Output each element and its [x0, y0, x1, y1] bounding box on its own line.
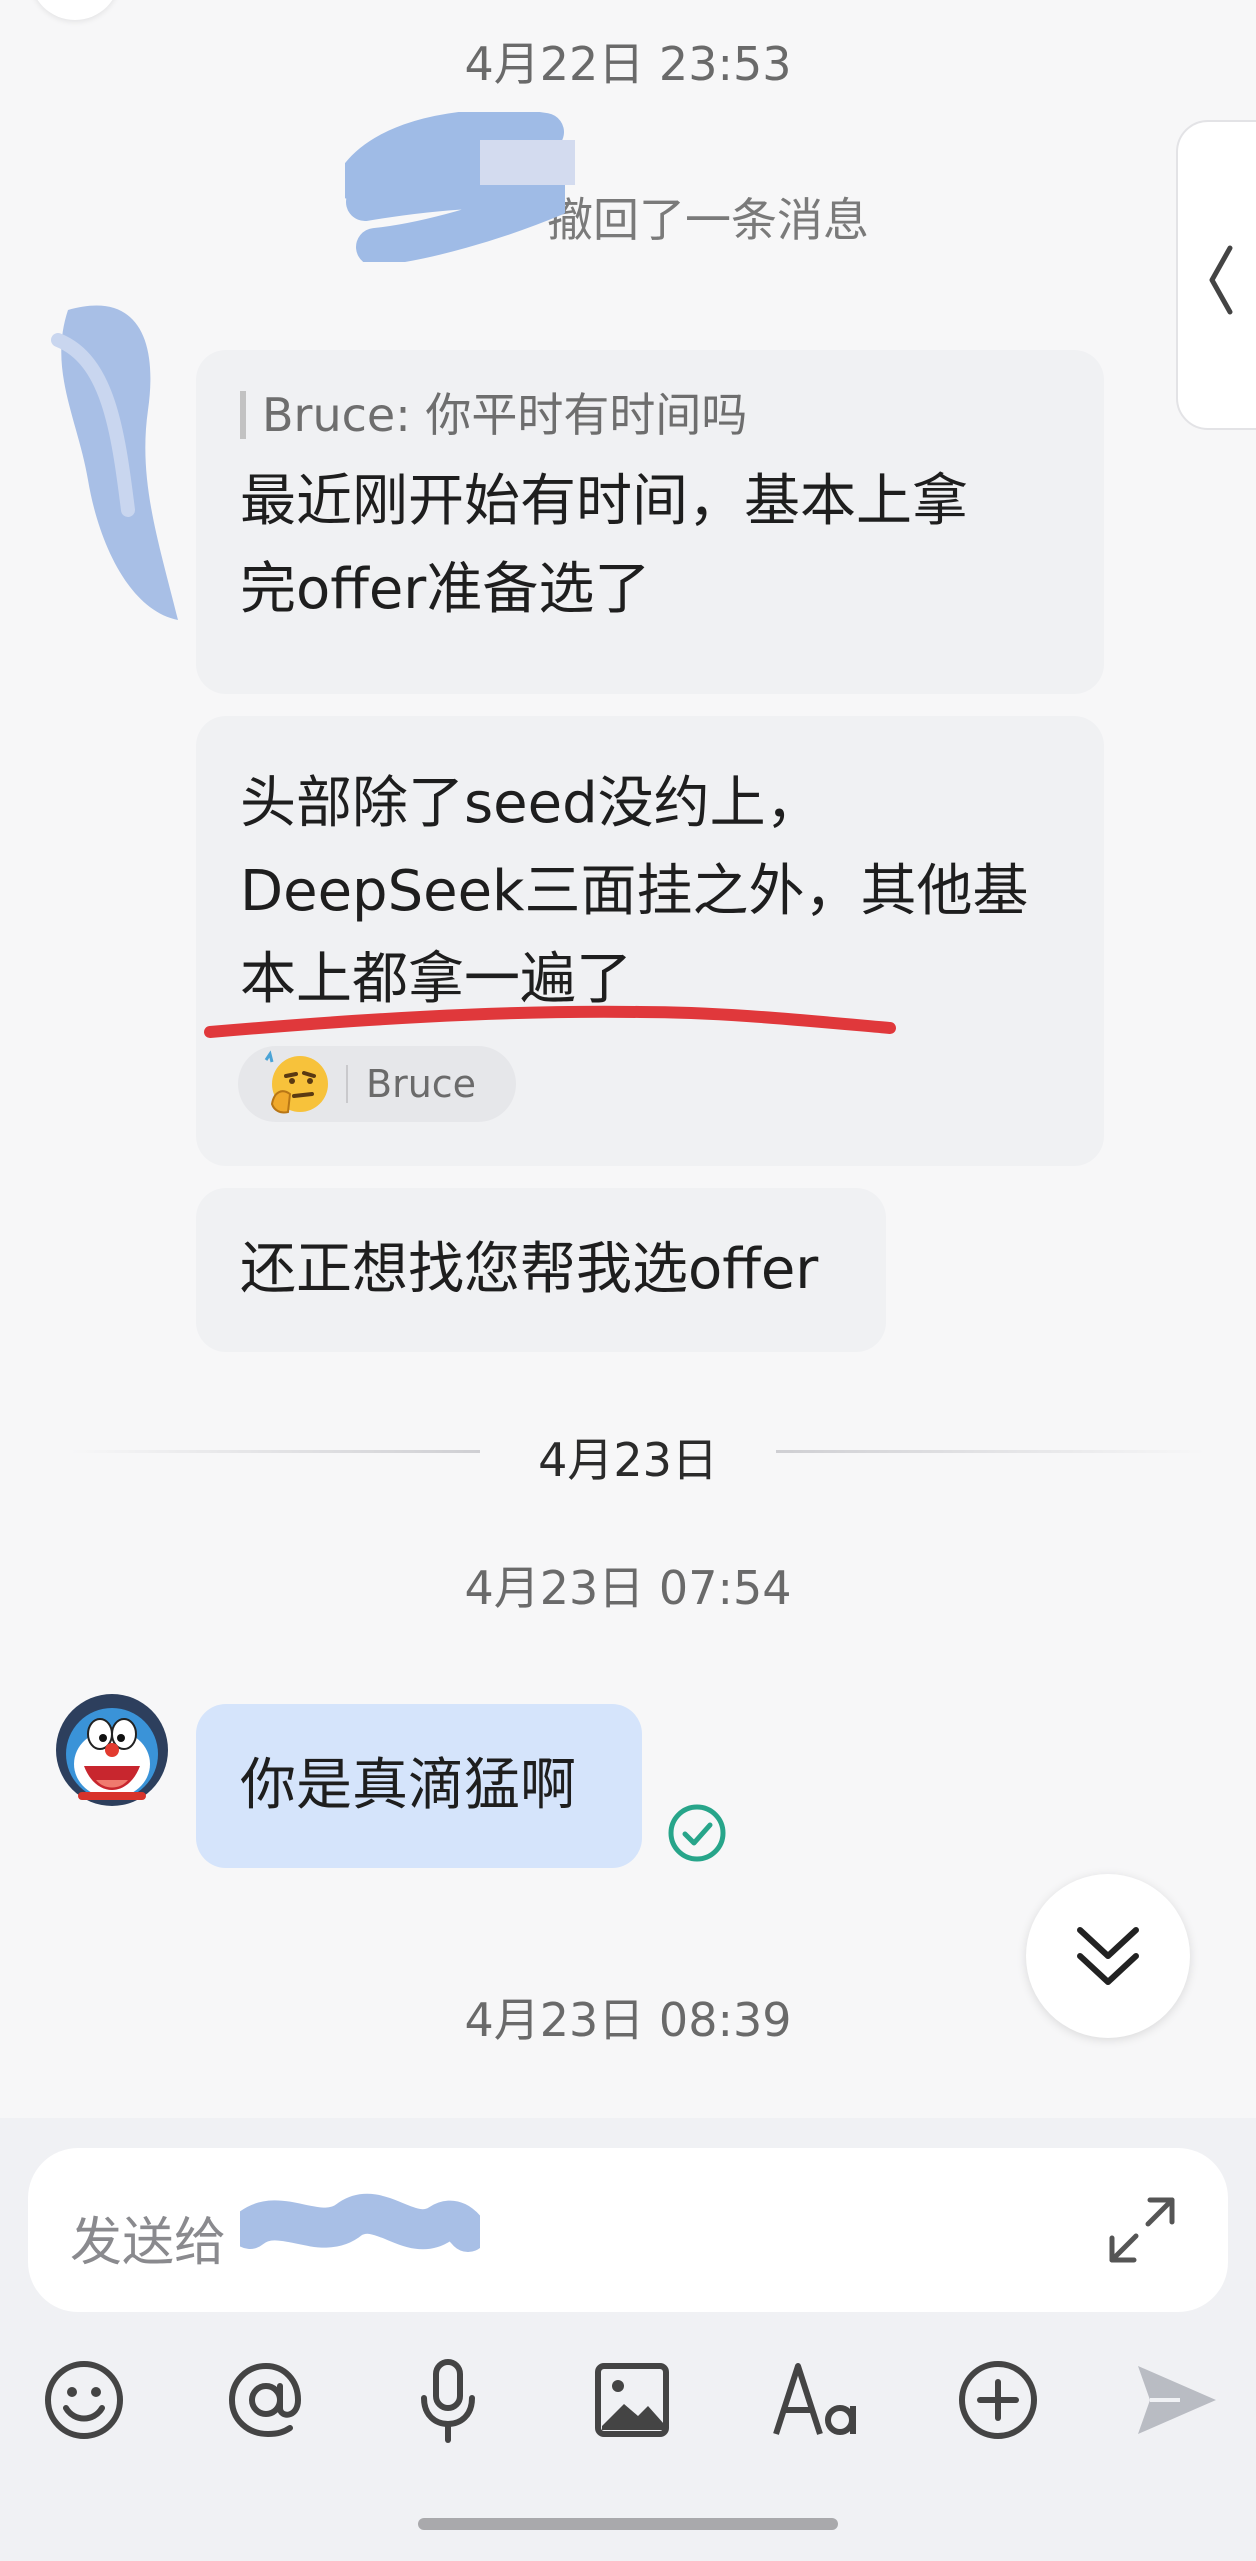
- text-format-icon[interactable]: [768, 2352, 864, 2448]
- date-divider-line-left: [70, 1450, 480, 1453]
- at-mention-icon[interactable]: [218, 2352, 314, 2448]
- redaction-scribble: [345, 112, 565, 262]
- timestamp: 4月23日 08:39: [464, 1993, 792, 2047]
- message-text: 最近刚开始有时间，基本上拿: [240, 469, 968, 534]
- message-input[interactable]: 发送给: [28, 2148, 1228, 2312]
- chevron-left-icon: [1209, 245, 1233, 315]
- send-icon[interactable]: [1128, 2352, 1224, 2448]
- microphone-icon[interactable]: [400, 2352, 496, 2448]
- message-text: 头部除了seed没约上，: [240, 771, 822, 836]
- message-text: DeepSeek三面挂之外，其他基: [240, 859, 1029, 924]
- plus-circle-icon[interactable]: [950, 2352, 1046, 2448]
- avatar[interactable]: [56, 1694, 168, 1806]
- side-panel-tab[interactable]: [1176, 120, 1256, 430]
- home-indicator[interactable]: [418, 2518, 838, 2530]
- message-bubble[interactable]: Bruce: 你平时有时间吗 最近刚开始有时间，基本上拿 完offer准备选了: [196, 350, 1104, 694]
- date-divider: 4月23日: [538, 1433, 718, 1487]
- quote-bar: [240, 391, 246, 439]
- avatar-redaction-scribble: [51, 305, 178, 620]
- reaction-user: Bruce: [366, 1062, 477, 1106]
- emoji-icon[interactable]: [36, 2352, 132, 2448]
- back-button-edge[interactable]: [30, 0, 120, 20]
- input-placeholder: 发送给: [70, 2213, 227, 2273]
- message-bubble[interactable]: 还正想找您帮我选offer: [196, 1188, 886, 1352]
- quote-block[interactable]: Bruce: 你平时有时间吗: [240, 386, 1060, 444]
- expand-icon[interactable]: [1106, 2194, 1178, 2266]
- message-text: 还正想找您帮我选offer: [240, 1237, 819, 1302]
- recall-notice: 撤回了一条消息: [547, 193, 869, 247]
- redaction-block: [480, 140, 575, 185]
- timestamp: 4月22日 23:53: [464, 37, 792, 91]
- my-message-bubble[interactable]: 你是真滴猛啊: [196, 1704, 642, 1868]
- message-text: 你是真滴猛啊: [240, 1753, 576, 1818]
- image-icon[interactable]: [584, 2352, 680, 2448]
- quote-text: Bruce: 你平时有时间吗: [262, 388, 748, 442]
- reaction-divider: [346, 1065, 348, 1103]
- read-check-icon: [668, 1804, 726, 1862]
- timestamp: 4月23日 07:54: [464, 1561, 792, 1615]
- message-text: 完offer准备选了: [240, 557, 651, 622]
- reaction-chip[interactable]: Bruce: [238, 1046, 516, 1122]
- date-divider-line-right: [776, 1450, 1206, 1453]
- recipient-redaction-scribble: [240, 2193, 480, 2252]
- thinking-emoji-icon: [264, 1050, 328, 1114]
